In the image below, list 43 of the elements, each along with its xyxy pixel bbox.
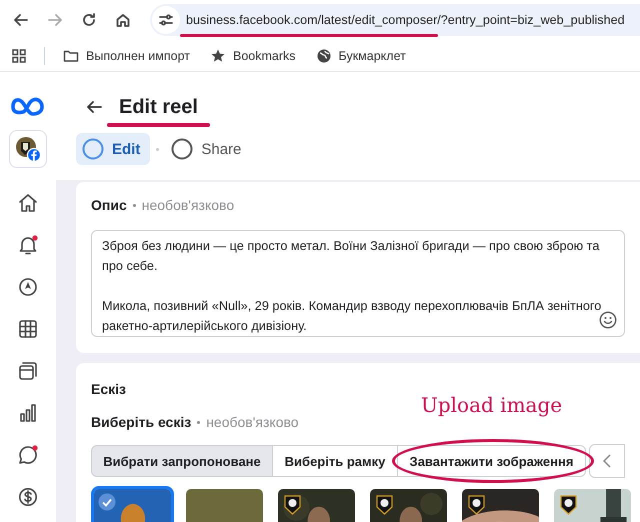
bar-chart-icon[interactable]: [18, 402, 38, 424]
home-icon[interactable]: [115, 12, 131, 28]
annotation-text: Upload image: [421, 393, 562, 417]
compass-icon[interactable]: [18, 276, 38, 298]
apps-grid-icon[interactable]: [12, 48, 26, 62]
back-arrow-icon[interactable]: [13, 12, 29, 28]
optional-hint: необов'язково: [206, 414, 299, 430]
tune-icon[interactable]: [159, 14, 173, 26]
reload-icon[interactable]: [81, 12, 97, 28]
home-icon[interactable]: [18, 192, 38, 214]
field-label: Опис: [91, 197, 127, 213]
radio-circle-icon: [82, 138, 104, 160]
page-title: Edit reel: [119, 96, 198, 118]
chat-icon[interactable]: [18, 444, 38, 466]
description-field[interactable]: Зброя без людини — це просто метал. Воїни Залізної бригади — про свою зброю та про себе. Микола, позивний «Null», 29 років. Командир взводу перехоплювачів БпЛА зенітного ракетно-артилерійського дивізіону.: [91, 230, 625, 337]
url-text: business.facebook.com/latest/edit_composer/?entry_point=biz_web_published: [186, 13, 625, 27]
bookmark[interactable]: Bookmarks: [210, 48, 296, 64]
page-avatar[interactable]: [9, 130, 47, 168]
address-bar[interactable]: business.facebook.com/latest/edit_composer/?entry_point=biz_web_published: [150, 4, 640, 36]
bookmark[interactable]: Букмарклет: [316, 48, 406, 64]
step-tab[interactable]: Edit: [76, 133, 150, 165]
layers-icon[interactable]: [18, 360, 38, 382]
thumbnail-tab[interactable]: Завантажити зображення: [397, 445, 586, 477]
step-tab[interactable]: Share: [165, 133, 252, 165]
star-icon: [210, 48, 226, 64]
bookmark[interactable]: Выполнен импорт: [63, 48, 190, 64]
thumbnail-tab[interactable]: Виберіть рамку: [272, 445, 398, 477]
dollar-icon[interactable]: [18, 486, 38, 508]
avatar-icon: [15, 136, 41, 162]
check-circle-icon: [98, 493, 116, 511]
globe-icon: [316, 48, 332, 64]
table-icon[interactable]: [18, 318, 38, 340]
scroll-left-button[interactable]: [589, 444, 625, 478]
radio-circle-icon: [171, 138, 194, 160]
thumbnail-tab[interactable]: Вибрати запропоноване: [91, 445, 273, 477]
back-arrow-icon[interactable]: [86, 100, 102, 114]
bell-icon[interactable]: [18, 234, 38, 256]
section-title: Ескіз: [91, 381, 127, 399]
meta-logo-icon[interactable]: [10, 96, 46, 118]
field-label: Виберіть ескіз: [91, 414, 192, 430]
optional-hint: необов'язково: [142, 197, 234, 213]
emoji-icon[interactable]: [599, 311, 617, 329]
chevron-left-icon: [603, 454, 611, 468]
